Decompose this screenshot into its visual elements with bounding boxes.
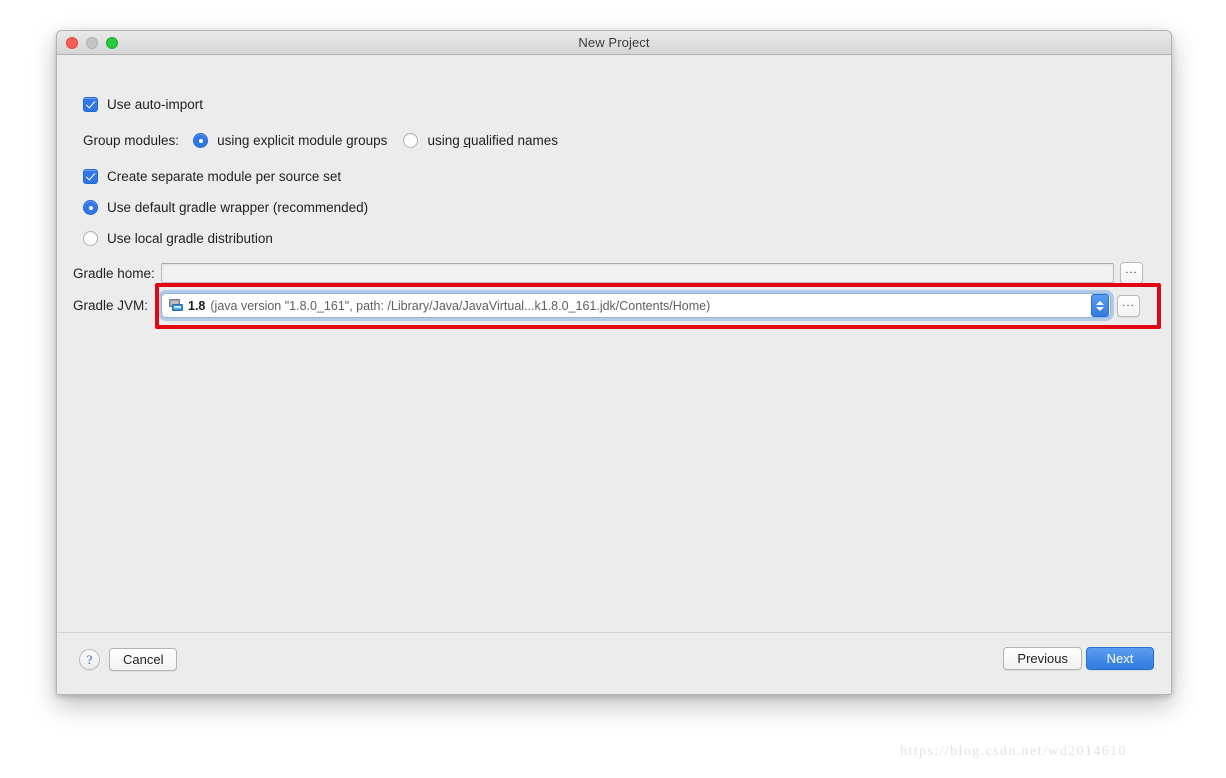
cancel-button[interactable]: Cancel xyxy=(109,648,178,671)
auto-import-label: Use auto-import xyxy=(107,97,204,112)
gradle-home-input[interactable] xyxy=(161,263,1114,283)
gradle-home-row: Gradle home: ... xyxy=(73,262,1143,284)
gradle-jvm-stepper-arrows[interactable] xyxy=(1091,294,1109,317)
watermark-text: https://blog.csdn.net/wd2014610 xyxy=(900,744,1127,759)
gradle-home-label: Gradle home: xyxy=(73,265,155,281)
form-content: Use auto-import Group modules: using exp… xyxy=(57,55,1171,632)
group-modules-row: Group modules: using explicit module gro… xyxy=(83,133,574,148)
separate-module-row[interactable]: Create separate module per source set xyxy=(83,169,341,184)
minimize-button[interactable] xyxy=(86,37,98,49)
close-button[interactable] xyxy=(66,37,78,49)
local-distribution-radio[interactable] xyxy=(83,231,98,246)
gradle-home-browse-button[interactable]: ... xyxy=(1120,262,1143,284)
gradle-jvm-label: Gradle JVM: xyxy=(73,298,149,313)
local-distribution-label: Use local gradle distribution xyxy=(107,231,273,246)
gradle-wrapper-label: Use default gradle wrapper (recommended) xyxy=(107,200,369,215)
group-modules-option-explicit[interactable]: using explicit module groups xyxy=(193,133,387,148)
qualified-names-label: using qualified names xyxy=(427,133,559,148)
next-button[interactable]: Next xyxy=(1086,647,1154,670)
separate-module-checkbox[interactable] xyxy=(83,169,98,184)
window-title: New Project xyxy=(578,35,650,50)
previous-button[interactable]: Previous xyxy=(1003,647,1082,670)
group-modules-label: Group modules: xyxy=(83,133,180,148)
zoom-button[interactable] xyxy=(106,37,118,49)
gradle-jvm-browse-button[interactable]: ... xyxy=(1117,294,1140,317)
new-project-dialog: New Project Use auto-import Group module… xyxy=(56,30,1172,695)
auto-import-checkbox[interactable] xyxy=(83,97,98,112)
window-controls xyxy=(66,37,118,49)
gradle-wrapper-row[interactable]: Use default gradle wrapper (recommended) xyxy=(83,200,368,215)
dialog-footer: ? Cancel Previous Next xyxy=(57,632,1171,694)
group-modules-option-qualified[interactable]: using qualified names xyxy=(403,133,558,148)
gradle-wrapper-radio[interactable] xyxy=(83,200,98,215)
help-button[interactable]: ? xyxy=(79,649,100,670)
screenshot-root: New Project Use auto-import Group module… xyxy=(0,0,1226,778)
local-distribution-row[interactable]: Use local gradle distribution xyxy=(83,231,273,246)
gradle-jvm-combobox[interactable]: 1.8 (java version "1.8.0_161", path: /Li… xyxy=(161,293,1111,318)
explicit-module-groups-label: using explicit module groups xyxy=(217,133,388,148)
gradle-jvm-row: Gradle JVM: 1.8 (java version "1.8.0_161… xyxy=(73,293,1140,318)
qualified-names-radio[interactable] xyxy=(403,133,419,148)
explicit-module-groups-radio[interactable] xyxy=(193,133,209,148)
chevron-down-icon xyxy=(1096,306,1104,311)
dialog-body: Use auto-import Group modules: using exp… xyxy=(57,55,1171,694)
chevron-up-icon xyxy=(1096,300,1104,305)
jdk-computer-icon xyxy=(169,299,183,311)
gradle-jvm-version: 1.8 xyxy=(188,298,206,313)
separate-module-label: Create separate module per source set xyxy=(107,169,342,184)
gradle-jvm-details: (java version "1.8.0_161", path: /Librar… xyxy=(210,298,711,313)
auto-import-row[interactable]: Use auto-import xyxy=(83,97,203,112)
title-bar: New Project xyxy=(57,31,1171,55)
gradle-jvm-value: 1.8 (java version "1.8.0_161", path: /Li… xyxy=(162,299,1091,313)
